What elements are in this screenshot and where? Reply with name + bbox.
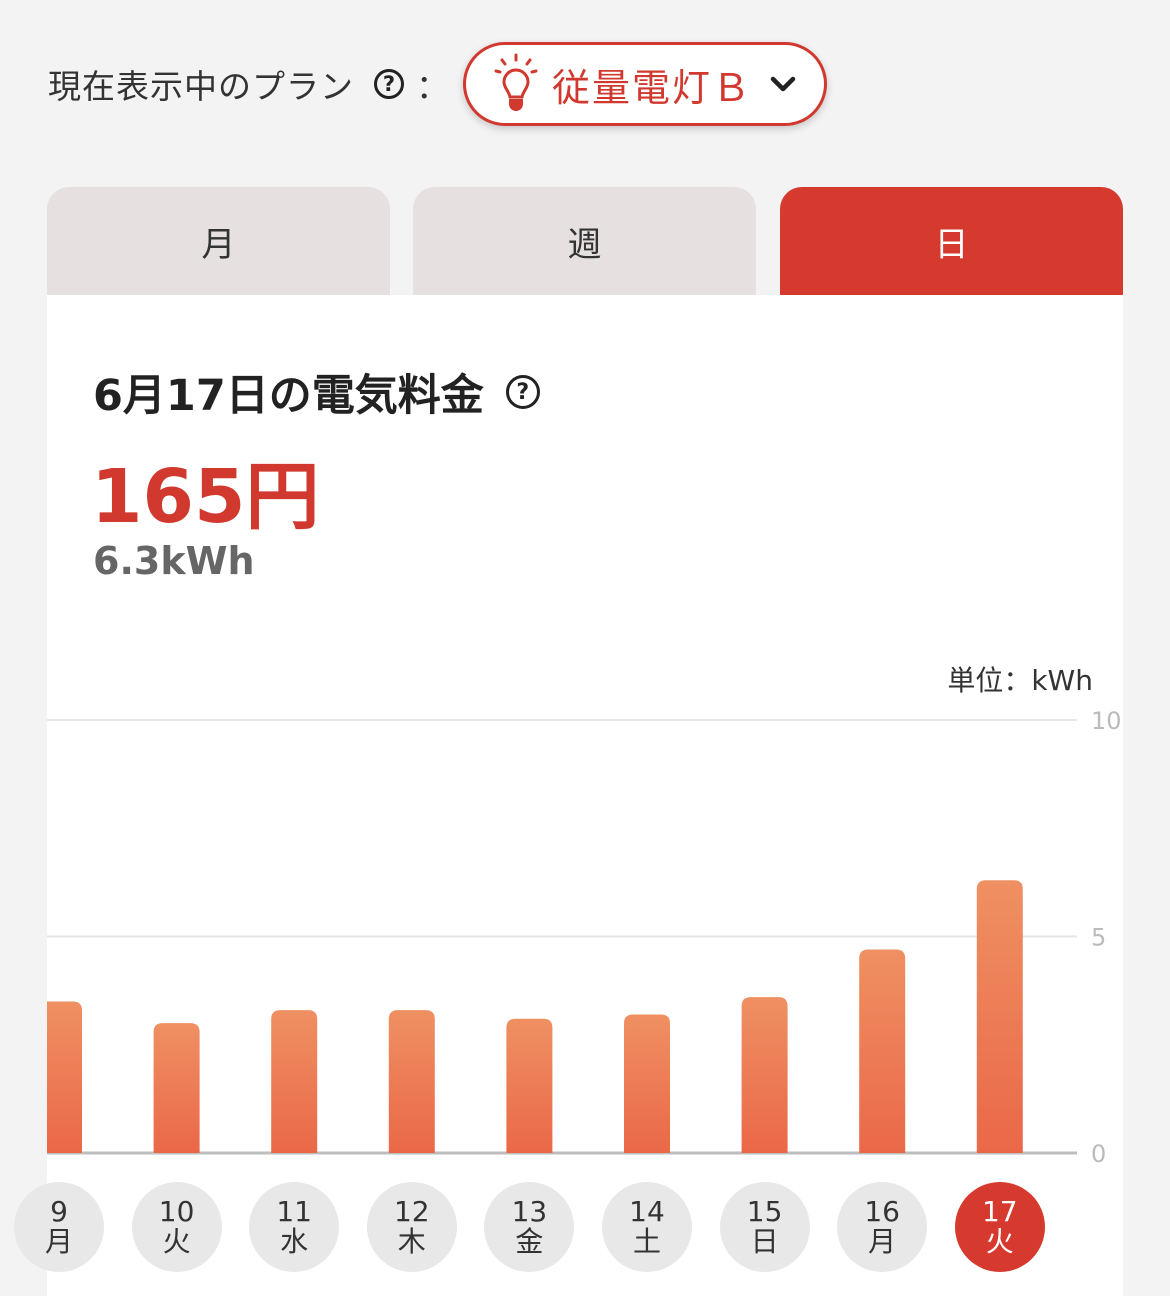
day-pill[interactable]: 17 火 <box>954 1182 1045 1272</box>
day-pill-weekday: 月 <box>868 1225 897 1258</box>
chart-unit-label: 単位：kWh <box>947 664 1093 697</box>
day-pill-date: 9 <box>50 1195 68 1228</box>
day-pill[interactable]: 16 月 <box>837 1182 928 1272</box>
tab-month[interactable]: 月 <box>47 187 390 295</box>
usage-bar[interactable] <box>36 1001 82 1153</box>
day-pill-weekday: 火 <box>985 1225 1014 1258</box>
day-pill-weekday: 水 <box>280 1225 309 1258</box>
summary-price: 165円 <box>91 454 320 540</box>
day-pill-date: 12 <box>393 1195 430 1228</box>
lightbulb-icon <box>494 53 538 111</box>
plan-dropdown[interactable]: 従量電灯Ｂ <box>463 42 828 126</box>
usage-bar[interactable] <box>388 1010 435 1153</box>
day-pill[interactable]: 10 火 <box>131 1182 222 1272</box>
tab-week[interactable]: 週 <box>413 187 756 295</box>
usage-bar[interactable] <box>153 1023 200 1153</box>
day-pill-date: 13 <box>511 1195 548 1228</box>
day-pill[interactable]: 11 水 <box>249 1182 340 1272</box>
y-tick-label: 0 <box>1091 1140 1106 1165</box>
usage-bar-chart: 10 5 0 9 月 10 火 11 水 12 木 13 金 14 土 15 日 16 月 17 火 <box>14 705 1123 1272</box>
day-pill-weekday: 月 <box>44 1225 73 1258</box>
summary-title-row: 6月17日の電気料金 ? <box>93 361 540 423</box>
day-pill-date: 11 <box>276 1195 312 1228</box>
summary-usage: 6.3kWh <box>93 539 255 583</box>
day-pill-date: 17 <box>981 1195 1018 1228</box>
usage-bar[interactable] <box>859 949 906 1153</box>
day-pill[interactable]: 12 木 <box>366 1182 457 1272</box>
day-pill-weekday: 金 <box>515 1225 544 1258</box>
plan-selector-row: 現在表示中のプラン ? ： 従量電灯Ｂ <box>48 40 828 128</box>
day-pill-weekday: 火 <box>162 1225 191 1258</box>
plan-colon: ： <box>416 67 449 106</box>
usage-bar[interactable] <box>741 997 788 1153</box>
y-tick-label: 5 <box>1091 924 1106 952</box>
day-pill-date: 14 <box>629 1195 665 1228</box>
day-pill-date: 10 <box>158 1195 195 1228</box>
chart-svg: 10 5 0 <box>36 707 1122 1168</box>
summary-help-icon[interactable]: ? <box>505 375 540 409</box>
plan-label: 現在表示中のプラン <box>48 67 354 106</box>
day-pill-weekday: 土 <box>632 1225 661 1258</box>
plan-selected-name: 従量電灯Ｂ <box>552 65 753 110</box>
usage-bar[interactable] <box>271 1010 318 1153</box>
tab-day[interactable]: 日 <box>780 187 1123 295</box>
y-tick-label: 10 <box>1091 707 1122 735</box>
plan-help-icon[interactable]: ? <box>374 69 404 99</box>
usage-card: 6月17日の電気料金 ? 165円 6.3kWh 単位：kWh 10 5 0 9月1… <box>14 295 1123 1296</box>
day-pill[interactable]: 13 金 <box>484 1182 575 1272</box>
day-pill[interactable]: 15 日 <box>719 1182 810 1272</box>
period-tabs: 月 週 日 <box>47 187 1123 295</box>
day-pill-date: 15 <box>746 1195 783 1228</box>
summary-title: 6月17日の電気料金 <box>93 371 484 421</box>
usage-bar[interactable] <box>624 1014 670 1153</box>
usage-bar[interactable] <box>506 1018 553 1153</box>
day-pill-weekday: 木 <box>397 1225 426 1258</box>
day-pill-date: 16 <box>864 1195 900 1228</box>
day-pill[interactable]: 9月 <box>14 1182 104 1272</box>
day-pill[interactable]: 14 土 <box>602 1182 692 1272</box>
usage-bar[interactable] <box>976 880 1023 1153</box>
chevron-down-icon <box>770 76 796 92</box>
day-pill-weekday: 日 <box>750 1225 779 1258</box>
